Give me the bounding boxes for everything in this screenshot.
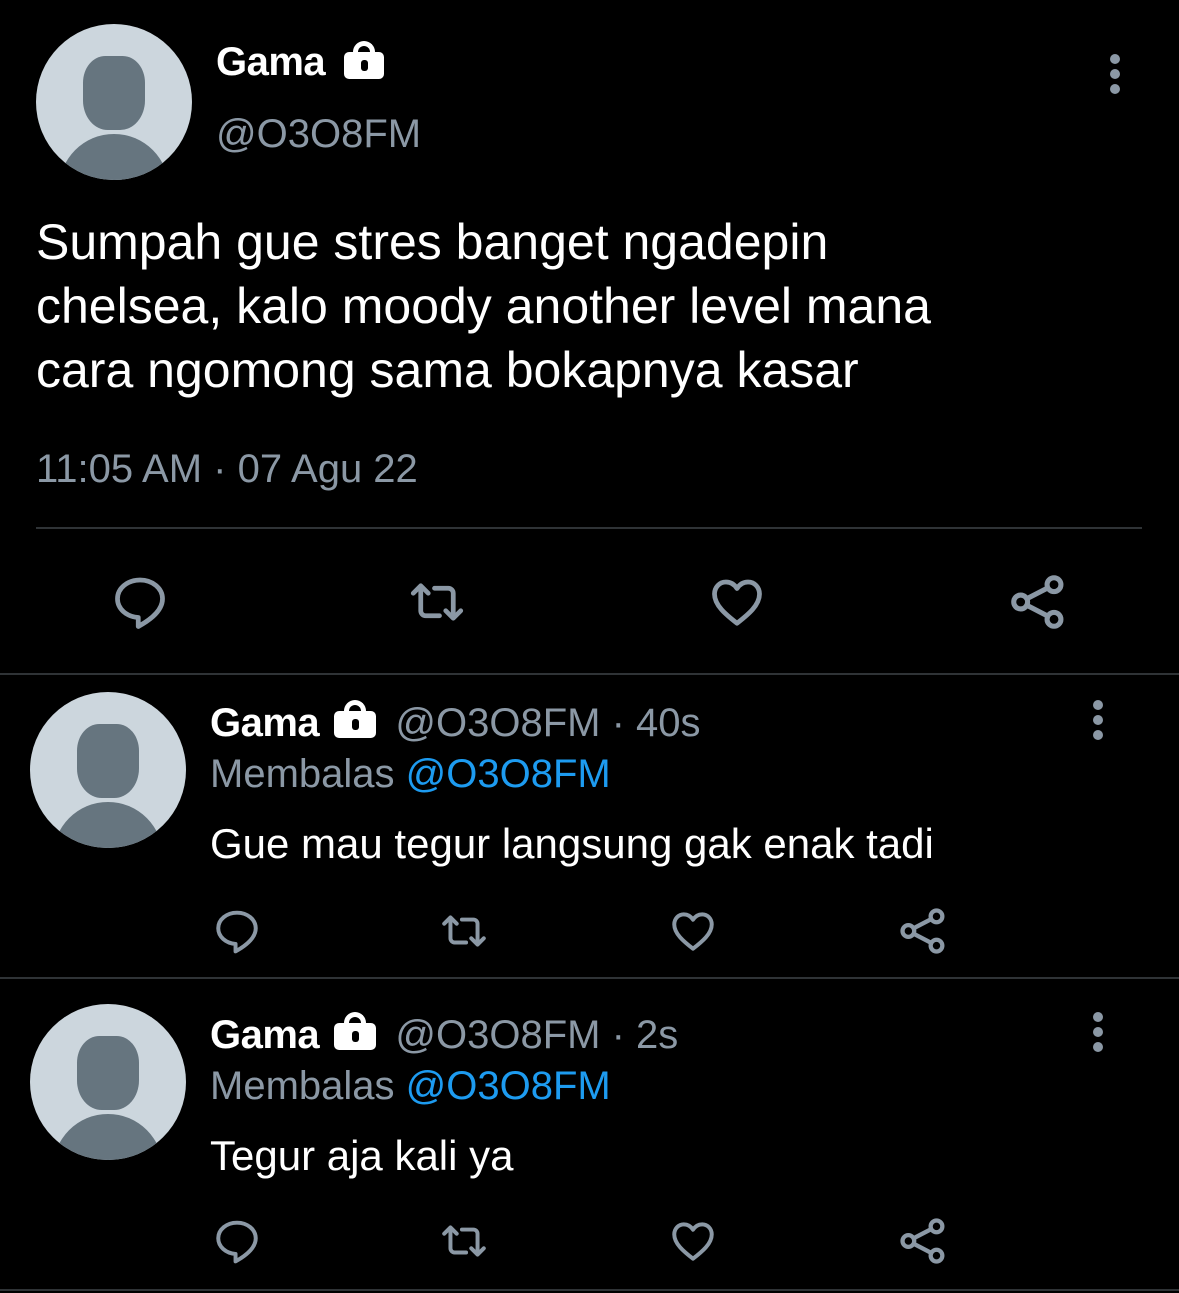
share-icon[interactable] — [1006, 570, 1070, 634]
like-icon[interactable] — [667, 1216, 719, 1266]
reply-time[interactable]: · 2s — [612, 1013, 679, 1057]
reply-time[interactable]: · 40s — [612, 701, 701, 745]
reply-text: Tegur aja kali ya — [210, 1132, 514, 1179]
avatar[interactable] — [30, 692, 186, 848]
author-name[interactable]: Gama — [210, 701, 320, 745]
more-options-icon[interactable] — [1083, 700, 1113, 744]
replying-label: Membalas — [210, 1064, 395, 1108]
avatar-head-shape — [83, 56, 145, 130]
avatar-body-shape — [59, 134, 169, 180]
author-name[interactable]: Gama — [216, 40, 384, 85]
tweet-text: Sumpah gue stres banget ngadepin chelsea… — [36, 214, 931, 398]
divider — [0, 673, 1179, 675]
author-handle[interactable]: @O3O8FM — [395, 1013, 600, 1057]
lock-icon — [343, 41, 384, 79]
author-handle[interactable]: @O3O8FM — [216, 112, 421, 157]
reply-header: Gama @O3O8FM · 40s — [210, 700, 701, 746]
reply-icon[interactable] — [212, 1216, 262, 1266]
avatar-head-shape — [77, 724, 139, 798]
author-handle[interactable]: @O3O8FM — [395, 701, 600, 745]
reply-text: Gue mau tegur langsung gak enak tadi — [210, 820, 934, 867]
replying-to: Membalas @O3O8FM — [210, 752, 611, 797]
replying-to-mention[interactable]: @O3O8FM — [406, 1064, 611, 1108]
reply-icon[interactable] — [110, 572, 170, 632]
tweet-timestamp[interactable]: 11:05 AM · 07 Agu 22 — [36, 447, 418, 492]
avatar-body-shape — [53, 1114, 163, 1160]
tweet-time: 11:05 AM — [36, 447, 203, 491]
replying-label: Membalas — [210, 752, 395, 796]
lock-icon — [334, 700, 377, 738]
author-name[interactable]: Gama — [210, 1013, 320, 1057]
share-icon[interactable] — [896, 904, 950, 958]
divider — [0, 977, 1179, 979]
more-options-icon[interactable] — [1100, 54, 1130, 98]
retweet-icon[interactable] — [437, 906, 491, 956]
reply-header: Gama @O3O8FM · 2s — [210, 1012, 678, 1058]
retweet-icon[interactable] — [437, 1216, 491, 1266]
avatar[interactable] — [30, 1004, 186, 1160]
replying-to: Membalas @O3O8FM — [210, 1064, 611, 1109]
replying-to-mention[interactable]: @O3O8FM — [406, 752, 611, 796]
retweet-icon[interactable] — [405, 572, 469, 632]
like-icon[interactable] — [667, 906, 719, 956]
author-name-text: Gama — [216, 40, 326, 84]
divider — [36, 527, 1142, 529]
avatar[interactable] — [36, 24, 192, 180]
avatar-head-shape — [77, 1036, 139, 1110]
lock-icon — [334, 1012, 377, 1050]
timestamp-separator: · — [213, 447, 227, 491]
like-icon[interactable] — [706, 572, 768, 632]
tweet-date: 07 Agu 22 — [237, 447, 418, 491]
share-icon[interactable] — [896, 1214, 950, 1268]
divider — [0, 1289, 1179, 1291]
reply-icon[interactable] — [212, 906, 262, 956]
more-options-icon[interactable] — [1083, 1012, 1113, 1056]
avatar-body-shape — [53, 802, 163, 848]
